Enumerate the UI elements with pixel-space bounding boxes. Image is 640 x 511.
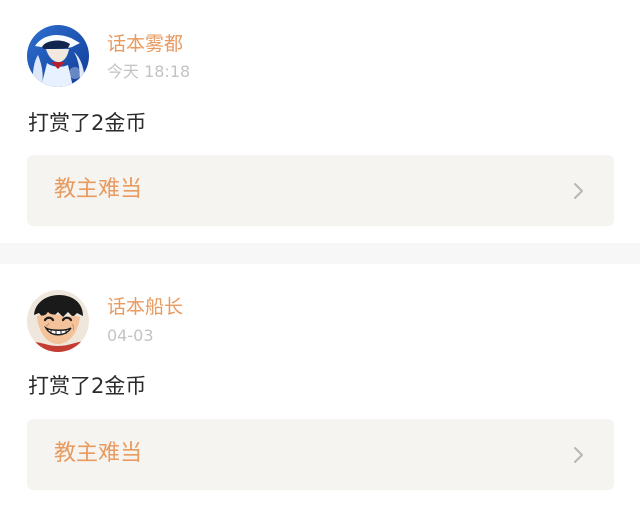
- user-avatar[interactable]: [27, 290, 89, 352]
- tip-message: 打赏了2金币: [28, 374, 147, 398]
- card-divider: [0, 243, 640, 264]
- activity-card: 话本船长 04-03 打赏了2金币 教主难当: [0, 264, 640, 511]
- username[interactable]: 话本船长: [107, 295, 183, 319]
- chevron-right-icon: [574, 183, 583, 199]
- chevron-right-icon: [574, 447, 583, 463]
- username[interactable]: 话本雾都: [107, 32, 183, 56]
- book-link-title: 教主难当: [54, 441, 143, 466]
- tip-message: 打赏了2金币: [28, 111, 147, 135]
- book-link-card[interactable]: 教主难当: [27, 155, 614, 226]
- activity-feed: 话本雾都 今天 18:18 打赏了2金币 教主难当 话本船长 04-03 打赏了…: [0, 0, 640, 511]
- book-link-title: 教主难当: [54, 177, 143, 202]
- user-avatar[interactable]: [27, 25, 89, 87]
- activity-card: 话本雾都 今天 18:18 打赏了2金币 教主难当: [0, 0, 640, 243]
- kid-character-avatar-icon: [27, 25, 89, 87]
- post-timestamp: 04-03: [107, 326, 154, 345]
- post-timestamp: 今天 18:18: [107, 62, 191, 81]
- book-link-card[interactable]: 教主难当: [27, 419, 614, 490]
- luffy-character-avatar-icon: [27, 290, 89, 352]
